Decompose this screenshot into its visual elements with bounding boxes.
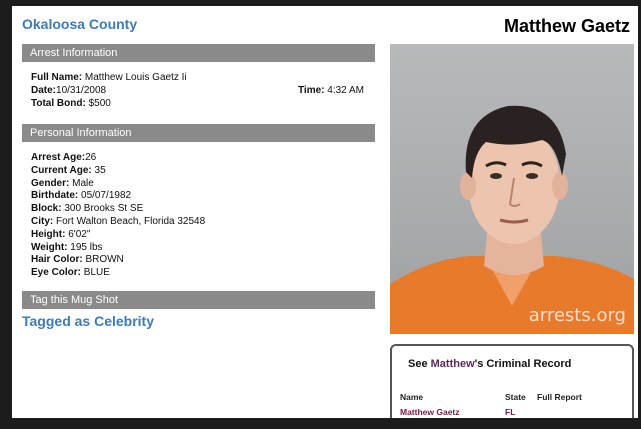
record-title-name: Matthew: [430, 358, 475, 370]
current-age-value: 35: [94, 164, 106, 176]
mugshot-illustration: [390, 105, 634, 334]
photo-watermark: arrests.org: [528, 305, 626, 326]
block-value: 300 Brooks St SE: [64, 203, 144, 215]
mugshot-photo: arrests.org: [390, 44, 634, 334]
eye-color-label: Eye Color:: [31, 267, 82, 279]
personal-field-row: Current Age: 35: [31, 165, 205, 178]
column-header-name: Name: [400, 392, 424, 402]
gender-label: Gender:: [31, 177, 70, 189]
record-title-prefix: See: [408, 358, 431, 370]
date-row: Date:10/31/2008: [31, 85, 187, 98]
eye-color-value: BLUE: [83, 267, 110, 279]
birthdate-value: 05/07/1982: [81, 190, 132, 202]
block-label: Block:: [31, 203, 62, 215]
record-row-name-link[interactable]: Matthew Gaetz: [400, 407, 460, 417]
personal-info-header: Personal Information: [22, 124, 375, 142]
city-label: City:: [31, 215, 54, 227]
screen-left-edge: [0, 0, 12, 429]
personal-field-row: Gender: Male: [31, 178, 205, 191]
arrest-record-page: Okaloosa County Matthew Gaetz Arrest Inf…: [12, 6, 638, 418]
county-title[interactable]: Okaloosa County: [22, 16, 137, 32]
screen-bottom-bar: [0, 418, 641, 429]
personal-field-row: Eye Color: BLUE: [31, 267, 205, 280]
bond-row: Total Bond: $500: [31, 98, 187, 111]
weight-label: Weight:: [31, 241, 68, 253]
column-header-full-report: Full Report: [537, 392, 582, 402]
tagged-celebrity-link[interactable]: Tagged as Celebrity: [22, 313, 154, 329]
column-header-state: State: [505, 392, 526, 402]
hair-color-label: Hair Color:: [31, 254, 83, 266]
arrest-age-value: 26: [85, 152, 97, 163]
personal-field-row: Birthdate: 05/07/1982: [31, 190, 205, 203]
height-label: Height:: [31, 228, 66, 240]
weight-value: 195 lbs: [70, 241, 103, 253]
arrest-info-block: Full Name: Matthew Louis Gaetz Ii Date:1…: [31, 72, 187, 110]
person-name-heading: Matthew Gaetz: [503, 16, 630, 36]
full-name-row: Full Name: Matthew Louis Gaetz Ii: [31, 72, 187, 85]
full-name-value: Matthew Louis Gaetz Ii: [84, 72, 187, 83]
arrest-age-label: Arrest Age:: [31, 152, 86, 163]
time-row: Time: 4:32 AM: [298, 85, 364, 96]
date-value: 10/31/2008: [56, 84, 107, 96]
time-value: 4:32 AM: [327, 85, 364, 96]
personal-field-row: Hair Color: BROWN: [31, 254, 205, 267]
personal-field-row: City: Fort Walton Beach, Florida 32548: [31, 216, 205, 229]
record-title-suffix: 's Criminal Record: [474, 358, 572, 370]
hair-color-value: BROWN: [85, 254, 124, 266]
personal-field-row: Height: 6'02": [31, 229, 205, 242]
personal-field-row: Weight: 195 lbs: [31, 242, 205, 255]
time-label: Time:: [298, 85, 325, 96]
arrest-info-header: Arrest Information: [22, 44, 375, 62]
current-age-label: Current Age:: [31, 164, 92, 176]
bond-label: Total Bond:: [31, 97, 86, 109]
city-value: Fort Walton Beach, Florida 32548: [56, 215, 206, 227]
personal-field-row: Arrest Age:26: [31, 152, 205, 165]
date-label: Date:: [31, 84, 57, 96]
height-value: 6'02": [68, 228, 91, 240]
tag-mugshot-header[interactable]: Tag this Mug Shot: [22, 291, 375, 309]
gender-value: Male: [72, 177, 94, 189]
full-name-label: Full Name:: [31, 72, 83, 83]
bond-value: $500: [88, 97, 111, 109]
criminal-record-box: See Matthew's Criminal Record Name State…: [390, 344, 634, 418]
criminal-record-title: See Matthew's Criminal Record: [408, 358, 571, 370]
birthdate-label: Birthdate:: [31, 190, 79, 202]
personal-info-block: Arrest Age:26 Current Age: 35 Gender: Ma…: [31, 152, 205, 280]
personal-field-row: Block: 300 Brooks St SE: [31, 203, 205, 216]
record-row-state: FL: [505, 407, 516, 417]
